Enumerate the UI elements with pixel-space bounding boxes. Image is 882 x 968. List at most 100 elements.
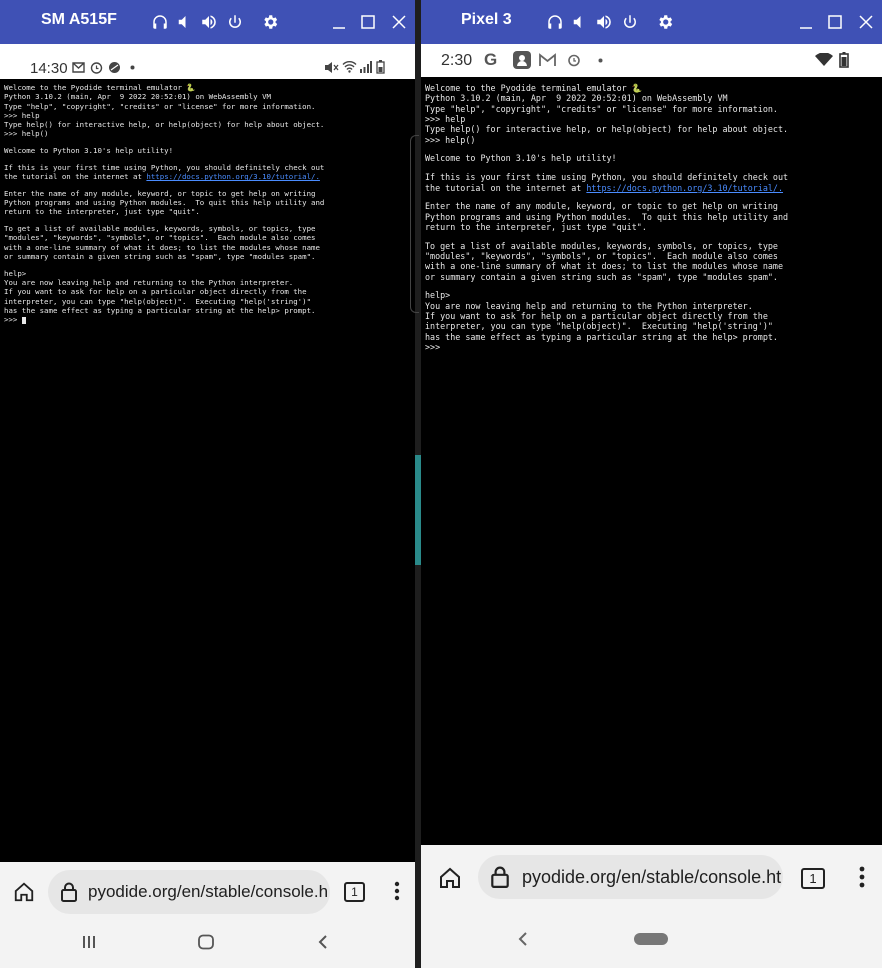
battery-icon <box>839 52 849 68</box>
url-text: pyodide.org/en/stable/console.h <box>88 882 329 901</box>
terminal-line: If this is your first time using Python,… <box>425 172 789 183</box>
volume-up-icon[interactable] <box>198 11 220 33</box>
terminal-line: Welcome to the Pyodide terminal emulator… <box>425 83 643 93</box>
status-time: 2:30 <box>441 52 473 69</box>
url-bar[interactable]: pyodide.org/en/stable/console.ht <box>478 855 783 899</box>
terminal-line: Python 3.10.2 (main, Apr 9 2022 20:52:01… <box>4 92 271 102</box>
alarm-icon <box>567 53 581 67</box>
terminal-line: If you want to ask for help on a particu… <box>425 311 768 322</box>
tutorial-link[interactable]: https://docs.python.org/3.10/tutorial/. <box>146 172 320 181</box>
terminal-line: >>> help() <box>425 134 476 145</box>
more-notifications-dot-icon <box>130 65 135 70</box>
terminal-line: >>> help() <box>4 129 49 139</box>
volume-down-icon[interactable] <box>568 11 590 33</box>
emulator-window-left: SM A515F 14:30 Welcome to the Pyodide te… <box>0 0 415 968</box>
settings-gear-icon[interactable] <box>654 11 676 33</box>
wifi-icon <box>342 60 357 73</box>
headphones-icon[interactable] <box>544 11 566 33</box>
back-nav-icon[interactable] <box>513 929 533 949</box>
volume-down-icon[interactable] <box>173 11 195 33</box>
android-status-bar: 2:30 G <box>421 44 882 77</box>
terminal-line: Welcome to Python 3.10's help utility! <box>425 153 617 164</box>
browser-toolbar: pyodide.org/en/stable/console.h 1 <box>0 862 415 968</box>
power-icon[interactable] <box>224 11 246 33</box>
home-nav-icon[interactable] <box>195 932 217 952</box>
terminal-line: interpreter, you can type "help(object)"… <box>425 321 773 332</box>
terminal-line: help> <box>425 290 451 301</box>
pyodide-terminal[interactable]: Welcome to the Pyodide terminal emulator… <box>0 79 415 866</box>
url-text: pyodide.org/en/stable/console.ht <box>522 866 782 887</box>
maximize-icon[interactable] <box>357 11 379 33</box>
home-icon[interactable] <box>10 878 38 906</box>
tab-switcher-button[interactable]: 1 <box>801 868 825 889</box>
close-icon[interactable] <box>855 11 877 33</box>
power-icon[interactable] <box>619 11 641 33</box>
terminal-line: Python programs and using Python modules… <box>4 198 325 208</box>
headphones-icon[interactable] <box>149 11 171 33</box>
pyodide-terminal[interactable]: Welcome to the Pyodide terminal emulator… <box>421 77 882 851</box>
terminal-line: Python programs and using Python modules… <box>425 211 789 222</box>
side-panel-handle[interactable] <box>410 135 419 313</box>
terminal-line: To get a list of available modules, keyw… <box>425 240 778 251</box>
volume-up-icon[interactable] <box>593 11 615 33</box>
settings-gear-icon[interactable] <box>259 11 281 33</box>
overflow-menu-icon[interactable] <box>851 863 873 891</box>
terminal-line: return to the interpreter, just type "qu… <box>4 207 200 217</box>
terminal-line: You are now leaving help and returning t… <box>4 278 294 287</box>
url-bar[interactable]: pyodide.org/en/stable/console.h <box>48 870 330 914</box>
terminal-line: Type "help", "copyright", "credits" or "… <box>4 101 316 111</box>
wifi-icon <box>815 53 833 67</box>
browser-toolbar: pyodide.org/en/stable/console.ht 1 <box>421 845 882 968</box>
overflow-menu-icon[interactable] <box>386 878 408 904</box>
back-nav-icon[interactable] <box>312 932 334 952</box>
tab-switcher-button[interactable]: 1 <box>344 882 365 902</box>
home-pill-icon[interactable] <box>634 933 668 945</box>
terminal-line: >>> help <box>4 110 40 120</box>
minimize-icon[interactable] <box>328 11 350 33</box>
minimize-icon[interactable] <box>795 11 817 33</box>
terminal-line: If this is your first time using Python,… <box>4 162 325 172</box>
terminal-line: Welcome to the Pyodide terminal emulator… <box>4 83 196 92</box>
window-titlebar[interactable]: Pixel 3 <box>421 0 882 44</box>
window-titlebar[interactable]: SM A515F <box>0 0 415 44</box>
signal-icon <box>359 61 372 73</box>
emulator-window-right: Pixel 3 2:30 G Welcome to the Pyodide te… <box>421 0 882 968</box>
terminal-line: or summary contain a given string such a… <box>4 252 316 262</box>
terminal-line: "modules", "keywords", "symbols", or "to… <box>425 251 778 262</box>
home-icon[interactable] <box>435 863 465 893</box>
terminal-line: interpreter, you can type "help(object)"… <box>4 296 312 306</box>
terminal-line: has the same effect as typing a particul… <box>425 331 778 342</box>
app-notification-icon <box>108 61 121 74</box>
terminal-line: To get a list of available modules, keyw… <box>4 224 316 234</box>
terminal-line: with a one-line summary of what it does;… <box>4 242 320 252</box>
terminal-line: Enter the name of any module, keyword, o… <box>425 201 778 212</box>
terminal-line: or summary contain a given string such a… <box>425 271 778 282</box>
tutorial-link[interactable]: https://docs.python.org/3.10/tutorial/. <box>586 183 783 193</box>
terminal-line: with a one-line summary of what it does;… <box>425 261 783 272</box>
terminal-line: Type "help", "copyright", "credits" or "… <box>425 103 778 114</box>
terminal-line: help> <box>4 268 27 278</box>
more-notifications-dot-icon <box>598 58 603 63</box>
recent-apps-icon[interactable] <box>78 932 100 952</box>
terminal-line: Welcome to Python 3.10's help utility! <box>4 146 174 156</box>
device-name: SM A515F <box>41 11 117 28</box>
terminal-line: the tutorial on the internet at https://… <box>4 172 320 182</box>
terminal-line: the tutorial on the internet at https://… <box>425 182 784 193</box>
battery-icon <box>376 60 385 74</box>
terminal-line: Type help() for interactive help, or hel… <box>425 124 789 135</box>
maximize-icon[interactable] <box>824 11 846 33</box>
google-icon: G <box>484 50 498 69</box>
terminal-line: Enter the name of any module, keyword, o… <box>4 188 316 198</box>
text-cursor <box>21 316 26 324</box>
close-icon[interactable] <box>388 11 410 33</box>
